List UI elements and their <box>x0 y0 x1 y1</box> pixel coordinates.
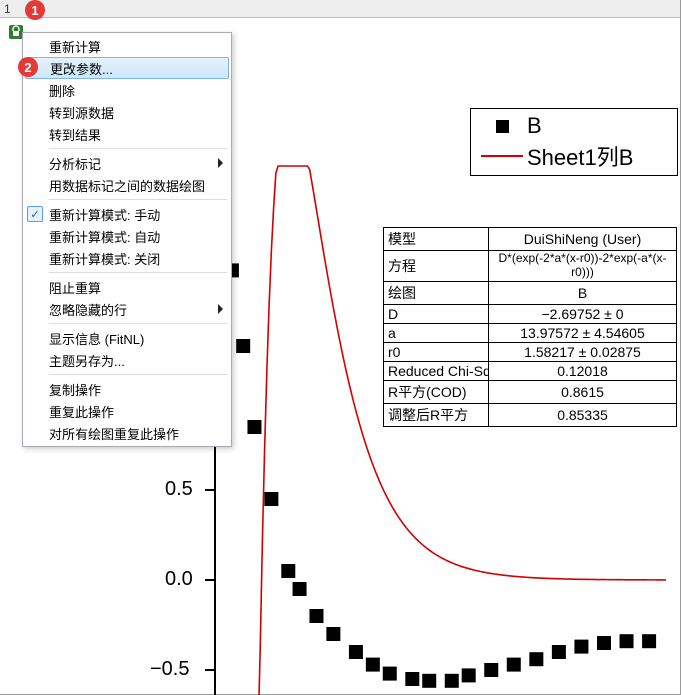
menu-goto-result-label: 转到结果 <box>49 125 101 144</box>
table-row: 绘图B <box>384 281 677 304</box>
menu-recalculate[interactable]: 重新计算 <box>25 35 229 57</box>
cell: D <box>384 304 489 323</box>
menu-goto-result[interactable]: 转到结果 <box>25 123 229 145</box>
cell: 调整后R平方 <box>384 403 489 426</box>
menu-analysis-marker-label: 分析标记 <box>49 154 101 173</box>
menu-save-theme-label: 主题另存为... <box>49 351 125 370</box>
legend-line-icon <box>477 155 527 157</box>
menu-mode-off[interactable]: 重新计算模式: 关闭 <box>25 247 229 269</box>
table-row: R平方(COD)0.8615 <box>384 380 677 403</box>
menu-show-info-label: 显示信息 (FitNL) <box>49 329 144 348</box>
legend-box: B Sheet1列B <box>470 108 678 176</box>
cell: Reduced Chi-Sqr <box>384 361 489 380</box>
menu-analysis-marker[interactable]: 分析标记 <box>25 152 229 174</box>
title-text: 1 <box>4 2 11 16</box>
menu-separator <box>49 199 227 200</box>
legend-fit-label: Sheet1列B <box>527 140 633 172</box>
menu-mode-manual-label: 重新计算模式: 手动 <box>49 205 160 224</box>
menu-plot-between-markers-label: 用数据标记之间的数据绘图 <box>49 176 205 195</box>
submenu-arrow-icon <box>218 304 223 314</box>
cell: R平方(COD) <box>384 380 489 403</box>
table-row: Reduced Chi-Sqr0.12018 <box>384 361 677 380</box>
cell: B <box>489 281 677 304</box>
cell: 0.8615 <box>489 380 677 403</box>
fit-result-table: 模型DuiShiNeng (User) 方程D*(exp(-2*a*(x-r0)… <box>383 227 677 427</box>
menu-goto-source[interactable]: 转到源数据 <box>25 101 229 123</box>
menu-change-parameters[interactable]: 更改参数... <box>25 57 229 79</box>
table-row: 方程D*(exp(-2*a*(x-r0))-2*exp(-a*(x-r0))) <box>384 251 677 282</box>
menu-show-info[interactable]: 显示信息 (FitNL) <box>25 327 229 349</box>
step-badge-2: 2 <box>18 57 38 77</box>
step-badge-2-label: 2 <box>24 60 31 75</box>
menu-ignore-hidden[interactable]: 忽略隐藏的行 <box>25 298 229 320</box>
menu-delete[interactable]: 删除 <box>25 79 229 101</box>
step-badge-1-label: 1 <box>31 3 38 18</box>
table-row: 调整后R平方0.85335 <box>384 403 677 426</box>
cell: 绘图 <box>384 281 489 304</box>
menu-save-theme[interactable]: 主题另存为... <box>25 349 229 371</box>
menu-ignore-hidden-label: 忽略隐藏的行 <box>49 300 127 319</box>
cell: a <box>384 323 489 342</box>
check-icon: ✓ <box>27 206 43 222</box>
menu-mode-off-label: 重新计算模式: 关闭 <box>49 249 160 268</box>
tick-y-n0.5: −0.5 <box>150 658 189 681</box>
table-row: a13.97572 ± 4.54605 <box>384 323 677 342</box>
table-row: r01.58217 ± 0.02875 <box>384 342 677 361</box>
title-bar: 1 <box>0 0 680 18</box>
table-row: 模型DuiShiNeng (User) <box>384 228 677 251</box>
menu-repeat-op-label: 重复此操作 <box>49 402 114 421</box>
menu-repeat-all[interactable]: 对所有绘图重复此操作 <box>25 422 229 444</box>
legend-entry-fit: Sheet1列B <box>477 141 671 171</box>
cell: 方程 <box>384 251 489 282</box>
menu-copy-op-label: 复制操作 <box>49 380 101 399</box>
cell: D*(exp(-2*a*(x-r0))-2*exp(-a*(x-r0))) <box>489 251 677 282</box>
cell: 0.85335 <box>489 403 677 426</box>
menu-goto-source-label: 转到源数据 <box>49 103 114 122</box>
tick-y-0.0: 0.0 <box>165 568 193 591</box>
menu-mode-auto-label: 重新计算模式: 自动 <box>49 227 160 246</box>
menu-recalculate-label: 重新计算 <box>49 37 101 56</box>
menu-change-parameters-label: 更改参数... <box>50 59 113 78</box>
menu-plot-between-markers[interactable]: 用数据标记之间的数据绘图 <box>25 174 229 196</box>
menu-copy-op[interactable]: 复制操作 <box>25 378 229 400</box>
menu-repeat-op[interactable]: 重复此操作 <box>25 400 229 422</box>
cell: 1.58217 ± 0.02875 <box>489 342 677 361</box>
cell: 13.97572 ± 4.54605 <box>489 323 677 342</box>
legend-b-label: B <box>527 113 542 139</box>
menu-mode-auto[interactable]: 重新计算模式: 自动 <box>25 225 229 247</box>
step-badge-1: 1 <box>25 0 45 20</box>
submenu-arrow-icon <box>218 158 223 168</box>
legend-entry-b: B <box>477 111 671 141</box>
menu-separator <box>49 374 227 375</box>
menu-mode-manual[interactable]: ✓ 重新计算模式: 手动 <box>25 203 229 225</box>
menu-separator <box>49 323 227 324</box>
menu-repeat-all-label: 对所有绘图重复此操作 <box>49 424 179 443</box>
cell: 模型 <box>384 228 489 251</box>
menu-block-recalc[interactable]: 阻止重算 <box>25 276 229 298</box>
menu-separator <box>49 272 227 273</box>
menu-separator <box>49 148 227 149</box>
table-row: D−2.69752 ± 0 <box>384 304 677 323</box>
cell: −2.69752 ± 0 <box>489 304 677 323</box>
tick-y-0.5: 0.5 <box>165 478 193 501</box>
cell: 0.12018 <box>489 361 677 380</box>
menu-block-recalc-label: 阻止重算 <box>49 278 101 297</box>
cell: r0 <box>384 342 489 361</box>
legend-square-icon <box>477 120 527 133</box>
context-menu: 重新计算 更改参数... 删除 转到源数据 转到结果 分析标记 用数据标记之间的… <box>22 32 232 447</box>
cell: DuiShiNeng (User) <box>489 228 677 251</box>
menu-delete-label: 删除 <box>49 81 75 100</box>
